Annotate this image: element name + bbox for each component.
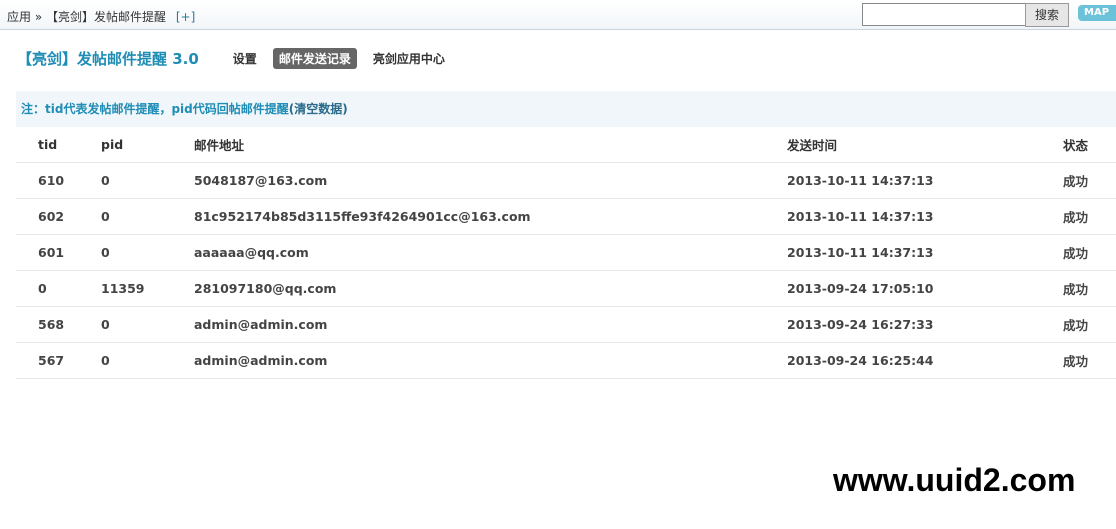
breadcrumb-root[interactable]: 应用 — [7, 10, 31, 24]
pid-cell: 0 — [101, 234, 194, 271]
time-cell: 2013-10-11 14:37:13 — [787, 162, 1063, 199]
time-cell: 2013-09-24 16:25:44 — [787, 342, 1063, 379]
status-cell: 成功 — [1063, 306, 1116, 343]
email-cell: 5048187@163.com — [194, 162, 787, 199]
email-cell: 281097180@qq.com — [194, 270, 787, 307]
search-input[interactable] — [862, 3, 1026, 26]
tid-cell: 601 — [16, 234, 101, 271]
time-cell: 2013-09-24 16:27:33 — [787, 306, 1063, 343]
tid-cell: 610 — [16, 162, 101, 199]
breadcrumb-current[interactable]: 【亮剑】发帖邮件提醒 — [46, 10, 166, 24]
col-tid: tid — [16, 127, 101, 163]
page-title: 【亮剑】发帖邮件提醒 3.0 — [17, 50, 199, 68]
pid-cell: 0 — [101, 162, 194, 199]
time-cell: 2013-10-11 14:37:13 — [787, 234, 1063, 271]
tab-app-center[interactable]: 亮剑应用中心 — [367, 48, 451, 69]
table-row: 602 0 81c952174b85d3115ffe93f4264901cc@163… — [16, 198, 1116, 235]
col-time: 发送时间 — [787, 127, 1063, 163]
watermark: www.uuid2.com — [833, 462, 1076, 498]
table-row: 568 0 admin@admin.com 2013-09-24 16:27:33 成功 — [16, 306, 1116, 343]
map-button[interactable]: MAP — [1078, 5, 1116, 21]
status-cell: 成功 — [1063, 270, 1116, 307]
tid-cell: 568 — [16, 306, 101, 343]
table-header: tid pid 邮件地址 发送时间 状态 — [16, 127, 1116, 163]
status-cell: 成功 — [1063, 198, 1116, 235]
status-cell: 成功 — [1063, 162, 1116, 199]
search-button[interactable]: 搜索 — [1025, 3, 1069, 27]
add-shortcut-link[interactable]: [+] — [176, 10, 195, 24]
note-bar: 注：tid代表发帖邮件提醒，pid代码回帖邮件提醒(清空数据) — [16, 91, 1116, 127]
time-cell: 2013-10-11 14:37:13 — [787, 198, 1063, 235]
pid-cell: 0 — [101, 342, 194, 379]
tid-cell: 602 — [16, 198, 101, 235]
note-text: 注：tid代表发帖邮件提醒，pid代码回帖邮件提醒 — [21, 102, 289, 116]
app-header: 【亮剑】发帖邮件提醒 3.0 设置 邮件发送记录 亮剑应用中心 — [17, 48, 461, 69]
top-bar: 应用 » 【亮剑】发帖邮件提醒 [+] 搜索 MAP — [0, 0, 1116, 30]
table-row: 610 0 5048187@163.com 2013-10-11 14:37:13 成功 — [16, 162, 1116, 199]
table-row: 0 11359 281097180@qq.com 2013-09-24 17:05:1… — [16, 270, 1116, 307]
tab-mail-log[interactable]: 邮件发送记录 — [272, 48, 357, 69]
table-row: 567 0 admin@admin.com 2013-09-24 16:25:44 成功 — [16, 342, 1116, 379]
table-row: 601 0 aaaaaa@qq.com 2013-10-11 14:37:13 成功 — [16, 234, 1116, 271]
col-status: 状态 — [1063, 127, 1116, 163]
email-cell: admin@admin.com — [194, 342, 787, 379]
mail-log-table: tid pid 邮件地址 发送时间 状态 610 0 5048187@163.com… — [16, 127, 1116, 379]
pid-cell: 11359 — [101, 270, 194, 307]
time-cell: 2013-09-24 17:05:10 — [787, 270, 1063, 307]
tid-cell: 0 — [16, 270, 101, 307]
email-cell: admin@admin.com — [194, 306, 787, 343]
email-cell: 81c952174b85d3115ffe93f4264901cc@163.com — [194, 198, 787, 235]
clear-data-link[interactable]: (清空数据) — [289, 102, 348, 116]
status-cell: 成功 — [1063, 234, 1116, 271]
pid-cell: 0 — [101, 306, 194, 343]
tab-settings[interactable]: 设置 — [227, 48, 263, 69]
tid-cell: 567 — [16, 342, 101, 379]
col-email: 邮件地址 — [194, 127, 787, 163]
status-cell: 成功 — [1063, 342, 1116, 379]
col-pid: pid — [101, 127, 194, 163]
pid-cell: 0 — [101, 198, 194, 235]
breadcrumb: 应用 » 【亮剑】发帖邮件提醒 [+] — [7, 8, 195, 25]
email-cell: aaaaaa@qq.com — [194, 234, 787, 271]
breadcrumb-separator: » — [34, 10, 43, 24]
